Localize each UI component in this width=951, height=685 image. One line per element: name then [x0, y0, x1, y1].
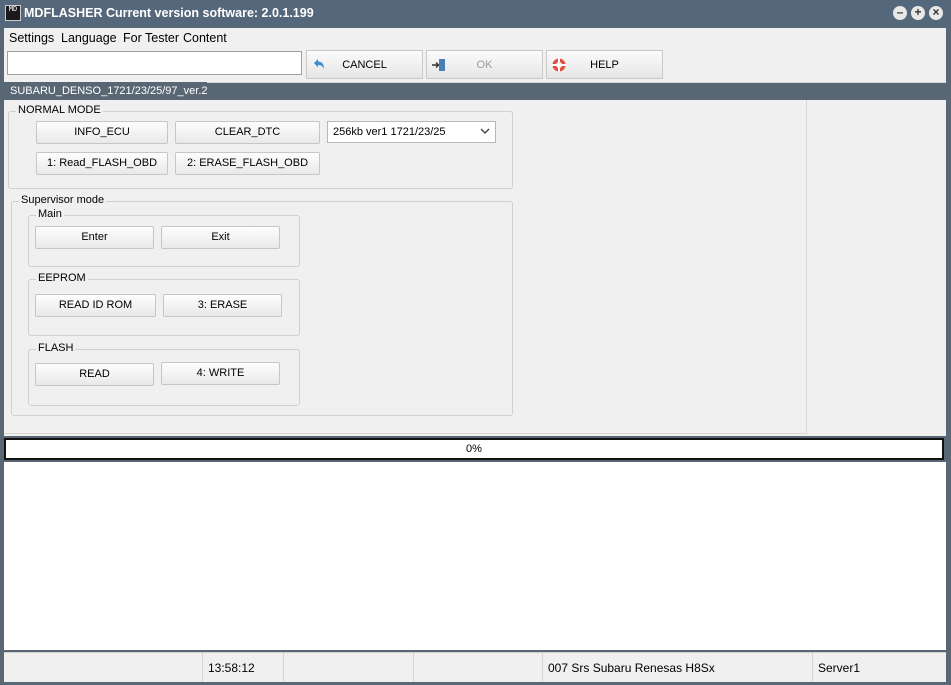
status-device-cell: 007 Srs Subaru Renesas H8Sx [543, 653, 813, 682]
close-icon[interactable]: × [929, 6, 943, 20]
status-time: 13:58:12 [208, 661, 255, 675]
exit-button[interactable]: Exit [161, 226, 280, 249]
status-device: 007 Srs Subaru Renesas H8Sx [548, 661, 715, 675]
erase-eeprom-button[interactable]: 3: ERASE [163, 294, 282, 317]
title-bar[interactable]: MD MDFLASHER Current version software: 2… [0, 0, 951, 27]
main-group: Main Enter Exit [28, 208, 300, 267]
status-bar: 13:58:12 007 Srs Subaru Renesas H8Sx Ser… [4, 652, 946, 682]
status-time-cell: 13:58:12 [203, 653, 284, 682]
ok-label: OK [476, 59, 493, 71]
window-title: MDFLASHER Current version software: 2.0.… [24, 6, 314, 20]
supervisor-mode-label: Supervisor mode [19, 194, 107, 206]
eeprom-group: EEPROM READ ID ROM 3: ERASE [28, 272, 300, 336]
tab-page: NORMAL MODE INFO_ECU CLEAR_DTC 256kb ver… [4, 100, 946, 436]
read-flash-button[interactable]: READ [35, 363, 154, 386]
write-flash-button[interactable]: 4: WRITE [161, 362, 280, 385]
app-logo-icon: MD [5, 5, 21, 21]
menu-bar: Settings Language For Tester Content [4, 28, 946, 48]
flash-group: FLASH READ 4: WRITE [28, 342, 300, 406]
supervisor-mode-group: Supervisor mode Main Enter Exit EEPROM R… [11, 194, 513, 416]
log-output[interactable] [4, 462, 946, 650]
status-cell-3 [284, 653, 414, 682]
menu-language[interactable]: Language [61, 31, 117, 45]
status-server: Server1 [818, 661, 861, 675]
help-label: HELP [590, 59, 619, 71]
progress-bar: 0% [4, 438, 944, 460]
chevron-down-icon [480, 128, 490, 134]
read-flash-obd-button[interactable]: 1: Read_FLASH_OBD [36, 152, 168, 175]
enter-button[interactable]: Enter [35, 226, 154, 249]
app-window: MD MDFLASHER Current version software: 2… [0, 0, 951, 685]
tab-label: SUBARU_DENSO_1721/23/25/97_ver.2 [10, 85, 208, 97]
progress-percent: 0% [466, 443, 482, 455]
ok-button[interactable]: OK [426, 50, 543, 79]
menu-settings[interactable]: Settings [9, 31, 54, 45]
info-ecu-button[interactable]: INFO_ECU [36, 121, 168, 144]
cancel-button[interactable]: CANCEL [306, 50, 423, 79]
rom-version-value: 256kb ver1 1721/23/25 [333, 126, 446, 138]
read-id-rom-button[interactable]: READ ID ROM [35, 294, 156, 317]
erase-flash-obd-button[interactable]: 2: ERASE_FLASH_OBD [175, 152, 320, 175]
clear-dtc-button[interactable]: CLEAR_DTC [175, 121, 320, 144]
help-button[interactable]: HELP [546, 50, 663, 79]
minimize-icon[interactable]: – [893, 6, 907, 20]
eeprom-group-label: EEPROM [36, 272, 88, 284]
flash-group-label: FLASH [36, 342, 76, 354]
tab-subaru-denso[interactable]: SUBARU_DENSO_1721/23/25/97_ver.2 [4, 82, 208, 100]
rom-version-select[interactable]: 256kb ver1 1721/23/25 [327, 121, 496, 143]
normal-mode-label: NORMAL MODE [16, 104, 103, 116]
toolbar: CANCEL OK HELP [4, 48, 946, 83]
normal-mode-group: NORMAL MODE INFO_ECU CLEAR_DTC 256kb ver… [8, 104, 513, 189]
status-cell-1 [4, 653, 203, 682]
command-input[interactable] [7, 51, 302, 75]
status-server-cell: Server1 [813, 653, 946, 682]
menu-for-tester[interactable]: For Tester [123, 31, 179, 45]
main-group-label: Main [36, 208, 64, 220]
menu-content[interactable]: Content [183, 31, 227, 45]
status-cell-4 [414, 653, 543, 682]
ecu-panel: NORMAL MODE INFO_ECU CLEAR_DTC 256kb ver… [4, 100, 807, 434]
cancel-label: CANCEL [342, 59, 387, 71]
maximize-icon[interactable]: + [911, 6, 925, 20]
